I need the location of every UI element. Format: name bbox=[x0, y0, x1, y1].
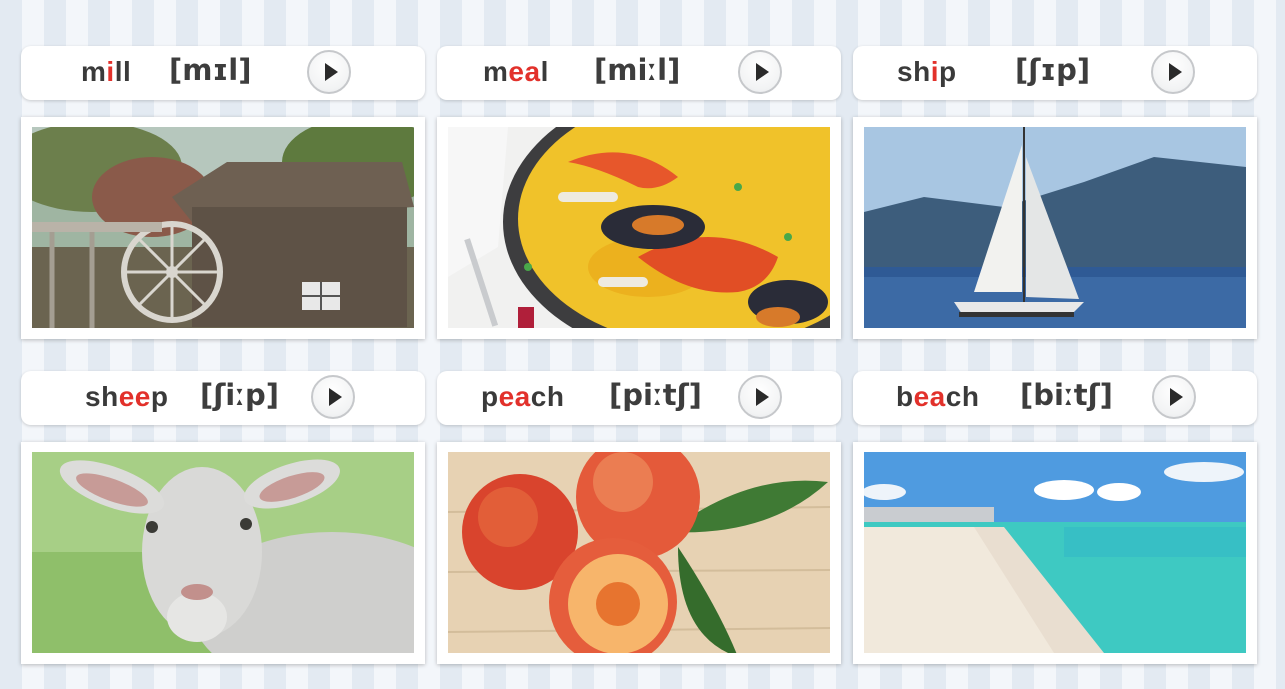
play-audio-button[interactable] bbox=[738, 50, 782, 94]
word-label: peach bbox=[481, 381, 565, 412]
play-audio-button[interactable] bbox=[1151, 50, 1195, 94]
sheep-photo bbox=[32, 452, 414, 653]
highlighted-vowel: i bbox=[930, 56, 939, 87]
play-icon bbox=[1169, 63, 1182, 81]
word-label: ship bbox=[897, 56, 957, 87]
word-card-mill: mill [mɪl] bbox=[21, 46, 425, 339]
word-card-peach: peach [piːtʃ] bbox=[437, 371, 841, 664]
word-label: sheep bbox=[85, 381, 169, 412]
word-bar: peach [piːtʃ] bbox=[437, 371, 841, 425]
ipa-transcription: [mɪl] bbox=[169, 53, 252, 87]
ipa-transcription: [biːtʃ] bbox=[1020, 378, 1113, 412]
word-bar: ship [ʃɪp] bbox=[853, 46, 1257, 100]
play-icon bbox=[1170, 388, 1183, 406]
ipa-transcription: [ʃɪp] bbox=[1015, 53, 1091, 87]
ipa-transcription: [miːl] bbox=[594, 53, 681, 87]
play-icon bbox=[329, 388, 342, 406]
photo-frame bbox=[21, 442, 425, 664]
photo-frame bbox=[853, 442, 1257, 664]
highlighted-vowel: i bbox=[106, 56, 115, 87]
play-audio-button[interactable] bbox=[311, 375, 355, 419]
beach-photo bbox=[864, 452, 1246, 653]
play-audio-button[interactable] bbox=[307, 50, 351, 94]
play-icon bbox=[756, 388, 769, 406]
highlighted-vowel: ea bbox=[508, 56, 541, 87]
word-card-ship: ship [ʃɪp] bbox=[853, 46, 1257, 339]
ipa-transcription: [piːtʃ] bbox=[609, 378, 702, 412]
watermill-photo bbox=[32, 127, 414, 328]
play-audio-button[interactable] bbox=[1152, 375, 1196, 419]
highlighted-vowel: ea bbox=[498, 381, 531, 412]
play-icon bbox=[756, 63, 769, 81]
word-label: meal bbox=[483, 56, 549, 87]
word-card-meal: meal [miːl] bbox=[437, 46, 841, 339]
play-audio-button[interactable] bbox=[738, 375, 782, 419]
word-bar: meal [miːl] bbox=[437, 46, 841, 100]
word-card-sheep: sheep [ʃiːp] bbox=[21, 371, 425, 664]
word-bar: mill [mɪl] bbox=[21, 46, 425, 100]
photo-frame bbox=[21, 117, 425, 339]
word-bar: sheep [ʃiːp] bbox=[21, 371, 425, 425]
word-label: mill bbox=[81, 56, 132, 87]
play-icon bbox=[325, 63, 338, 81]
photo-frame bbox=[437, 442, 841, 664]
paella-photo bbox=[448, 127, 830, 328]
photo-frame bbox=[853, 117, 1257, 339]
sailboat-photo bbox=[864, 127, 1246, 328]
photo-frame bbox=[437, 117, 841, 339]
word-label: beach bbox=[896, 381, 980, 412]
ipa-transcription: [ʃiːp] bbox=[200, 378, 280, 412]
word-bar: beach [biːtʃ] bbox=[853, 371, 1257, 425]
highlighted-vowel: ee bbox=[118, 381, 151, 412]
highlighted-vowel: ea bbox=[913, 381, 946, 412]
word-card-beach: beach [biːtʃ] bbox=[853, 371, 1257, 664]
peaches-photo bbox=[448, 452, 830, 653]
